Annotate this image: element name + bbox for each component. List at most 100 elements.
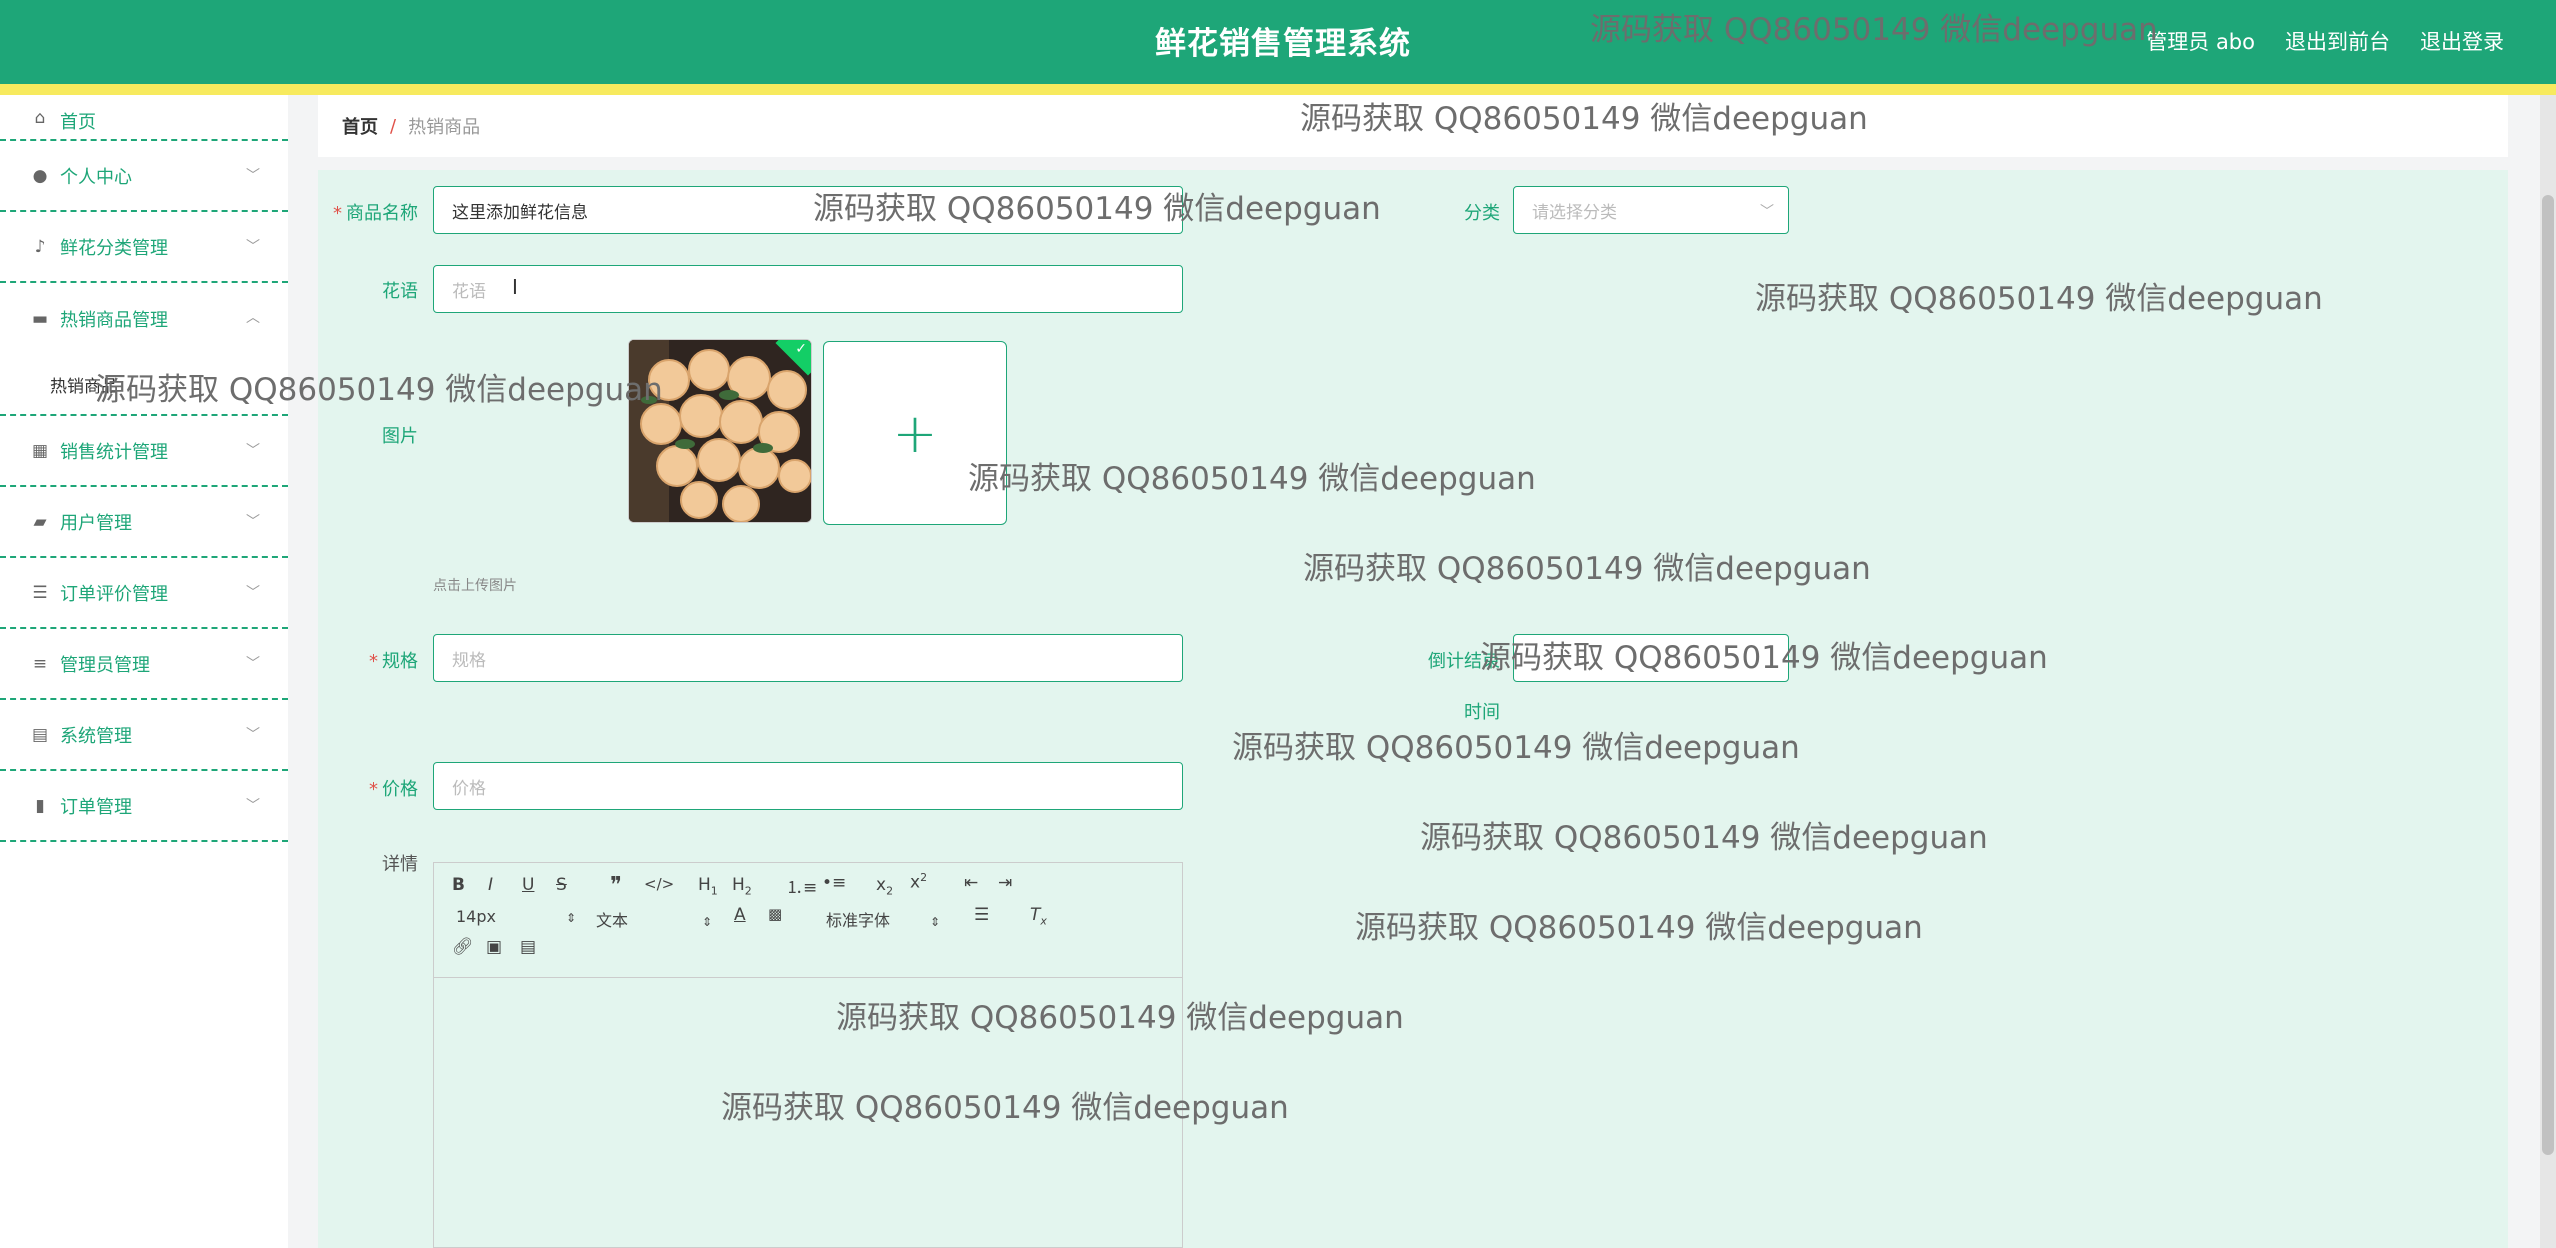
- category-select[interactable]: 请选择分类 ﹀: [1513, 186, 1789, 234]
- chevron-down-icon: ﹀: [246, 443, 260, 459]
- sidebar-item-sales-stats[interactable]: ▦ 销售统计管理 ﹀: [0, 416, 288, 487]
- chevron-down-icon: ﹀: [246, 656, 260, 672]
- font-color-icon[interactable]: A: [734, 905, 746, 925]
- sidebar-item-admins[interactable]: ≡ 管理员管理 ﹀: [0, 629, 288, 700]
- countdown-label-time: 时间: [1464, 702, 1500, 723]
- font-family-select[interactable]: 标准字体 ⇕: [826, 907, 940, 931]
- text-style-select[interactable]: 文本 ⇕: [596, 907, 712, 931]
- chevron-down-icon: ﹀: [1760, 204, 1774, 220]
- font-size-value: 14px: [456, 907, 496, 926]
- sidebar-item-home[interactable]: ⌂ 首页: [0, 95, 288, 141]
- superscript-icon[interactable]: x2: [910, 871, 927, 893]
- sidebar-item-order-reviews[interactable]: ☰ 订单评价管理 ﹀: [0, 558, 288, 629]
- bold-icon[interactable]: B: [452, 875, 465, 895]
- sidebar-item-users[interactable]: ▰ 用户管理 ﹀: [0, 487, 288, 558]
- sidebar-item-label: 热销商品管理: [60, 309, 168, 331]
- chevron-down-icon: ﹀: [246, 514, 260, 530]
- breadcrumb-current: 热销商品: [408, 117, 481, 138]
- plus-icon: +: [892, 401, 938, 465]
- spec-input[interactable]: 规格: [433, 634, 1183, 682]
- admin-user-link[interactable]: 管理员 abo: [2146, 26, 2255, 56]
- sidebar-item-label: 订单评价管理: [60, 583, 168, 605]
- text-cursor-icon: I: [512, 275, 518, 299]
- spec-label: * 规格: [369, 651, 418, 672]
- indent-icon[interactable]: ⇥: [998, 873, 1012, 893]
- product-name-input[interactable]: 这里添加鲜花信息: [433, 186, 1183, 234]
- uploaded-image-thumbnail[interactable]: ✓: [628, 339, 812, 523]
- wallet-icon: ▰: [33, 511, 47, 532]
- app-title: 鲜花销售管理系统: [1155, 26, 1411, 62]
- name-label: * 商品名称: [333, 203, 418, 224]
- price-input[interactable]: 价格: [433, 762, 1183, 810]
- rich-text-editor: B I U S ❞ </> H1 H2 ⒈≡ •≡ x2 x2 ⇤ ⇥ 14px…: [433, 862, 1183, 1248]
- heading-1-icon[interactable]: H1: [698, 875, 718, 897]
- logout-link[interactable]: 退出登录: [2420, 26, 2504, 56]
- page-scrollbar[interactable]: [2540, 95, 2556, 1248]
- code-block-icon[interactable]: </>: [644, 875, 674, 893]
- back-to-frontend-link[interactable]: 退出到前台: [2285, 26, 2390, 56]
- image-icon[interactable]: ▣: [486, 937, 502, 957]
- sidebar-item-label: 销售统计管理: [60, 441, 168, 463]
- align-icon[interactable]: ☰: [974, 905, 989, 925]
- heading-2-icon[interactable]: H2: [732, 875, 752, 897]
- user-icon: ●: [32, 165, 48, 186]
- video-icon[interactable]: ▤: [520, 937, 536, 957]
- scrollbar-thumb[interactable]: [2542, 195, 2554, 1155]
- sidebar: ⌂ 首页 ● 个人中心 ﹀ ♪ 鲜花分类管理 ﹀ ▬ 热销商品管理 ︿ 热销商品…: [0, 95, 288, 1248]
- price-label: * 价格: [369, 779, 418, 800]
- countdown-end-time-input[interactable]: [1513, 634, 1789, 682]
- clipboard-icon: ▤: [31, 724, 49, 745]
- home-icon: ⌂: [34, 108, 46, 128]
- mic-icon: ♪: [34, 236, 46, 257]
- sidebar-item-label: 首页: [60, 112, 96, 133]
- sliders-icon: ≡: [32, 653, 48, 674]
- top-header: 鲜花销售管理系统 管理员 abo 退出到前台 退出登录: [0, 0, 2556, 84]
- sidebar-item-label: 订单管理: [60, 796, 132, 818]
- select-arrows-icon: ⇕: [702, 915, 713, 929]
- editor-toolbar: B I U S ❞ </> H1 H2 ⒈≡ •≡ x2 x2 ⇤ ⇥ 14px…: [434, 863, 1182, 978]
- list-icon: ☰: [32, 582, 48, 603]
- background-color-icon[interactable]: ▩: [768, 905, 782, 923]
- bullet-list-icon[interactable]: •≡: [822, 873, 846, 893]
- sidebar-item-label: 鲜花分类管理: [60, 237, 168, 259]
- submenu-hot-products[interactable]: 热销商品: [0, 354, 288, 416]
- outdent-icon[interactable]: ⇤: [964, 873, 978, 893]
- grid-icon: ▦: [31, 440, 49, 461]
- subscript-icon[interactable]: x2: [876, 875, 893, 897]
- header-stripe: [0, 84, 2556, 95]
- category-select-placeholder: 请选择分类: [1532, 202, 1617, 223]
- detail-label: 详情: [382, 854, 418, 875]
- text-style-value: 文本: [596, 911, 629, 930]
- link-icon[interactable]: 🔗︎: [452, 937, 474, 957]
- image-label: 图片: [382, 426, 418, 447]
- flower-language-input[interactable]: 花语: [433, 265, 1183, 313]
- underline-icon[interactable]: U: [522, 875, 534, 895]
- sidebar-item-hot-products[interactable]: ▬ 热销商品管理 ︿: [0, 283, 288, 354]
- clear-format-icon[interactable]: Tx: [1030, 905, 1047, 927]
- breadcrumb-separator: /: [390, 115, 397, 137]
- chevron-down-icon: ﹀: [246, 798, 260, 814]
- chevron-down-icon: ﹀: [246, 585, 260, 601]
- chevron-up-icon: ︿: [246, 310, 260, 326]
- sidebar-item-label: 个人中心: [60, 166, 132, 188]
- breadcrumb: 首页 / 热销商品: [318, 95, 2508, 157]
- blockquote-icon[interactable]: ❞: [610, 873, 622, 898]
- check-icon: ✓: [795, 341, 807, 357]
- image-upload-button[interactable]: +: [823, 341, 1007, 525]
- sidebar-item-label: 系统管理: [60, 725, 132, 747]
- sidebar-item-label: 用户管理: [60, 512, 132, 534]
- editor-body[interactable]: [434, 978, 1182, 1248]
- sidebar-item-profile[interactable]: ● 个人中心 ﹀: [0, 141, 288, 212]
- upload-tip: 点击上传图片: [433, 578, 517, 594]
- breadcrumb-home[interactable]: 首页: [342, 113, 378, 139]
- italic-icon[interactable]: I: [488, 875, 493, 895]
- chevron-down-icon: ﹀: [246, 239, 260, 255]
- sidebar-item-system[interactable]: ▤ 系统管理 ﹀: [0, 700, 288, 771]
- sidebar-item-flower-category[interactable]: ♪ 鲜花分类管理 ﹀: [0, 212, 288, 283]
- font-size-select[interactable]: 14px ⇕: [456, 907, 576, 926]
- strikethrough-icon[interactable]: S: [556, 875, 567, 895]
- chart-icon: ▮: [35, 795, 45, 816]
- book-icon: ▬: [31, 308, 49, 329]
- ordered-list-icon[interactable]: ⒈≡: [786, 873, 817, 898]
- sidebar-item-orders[interactable]: ▮ 订单管理 ﹀: [0, 771, 288, 842]
